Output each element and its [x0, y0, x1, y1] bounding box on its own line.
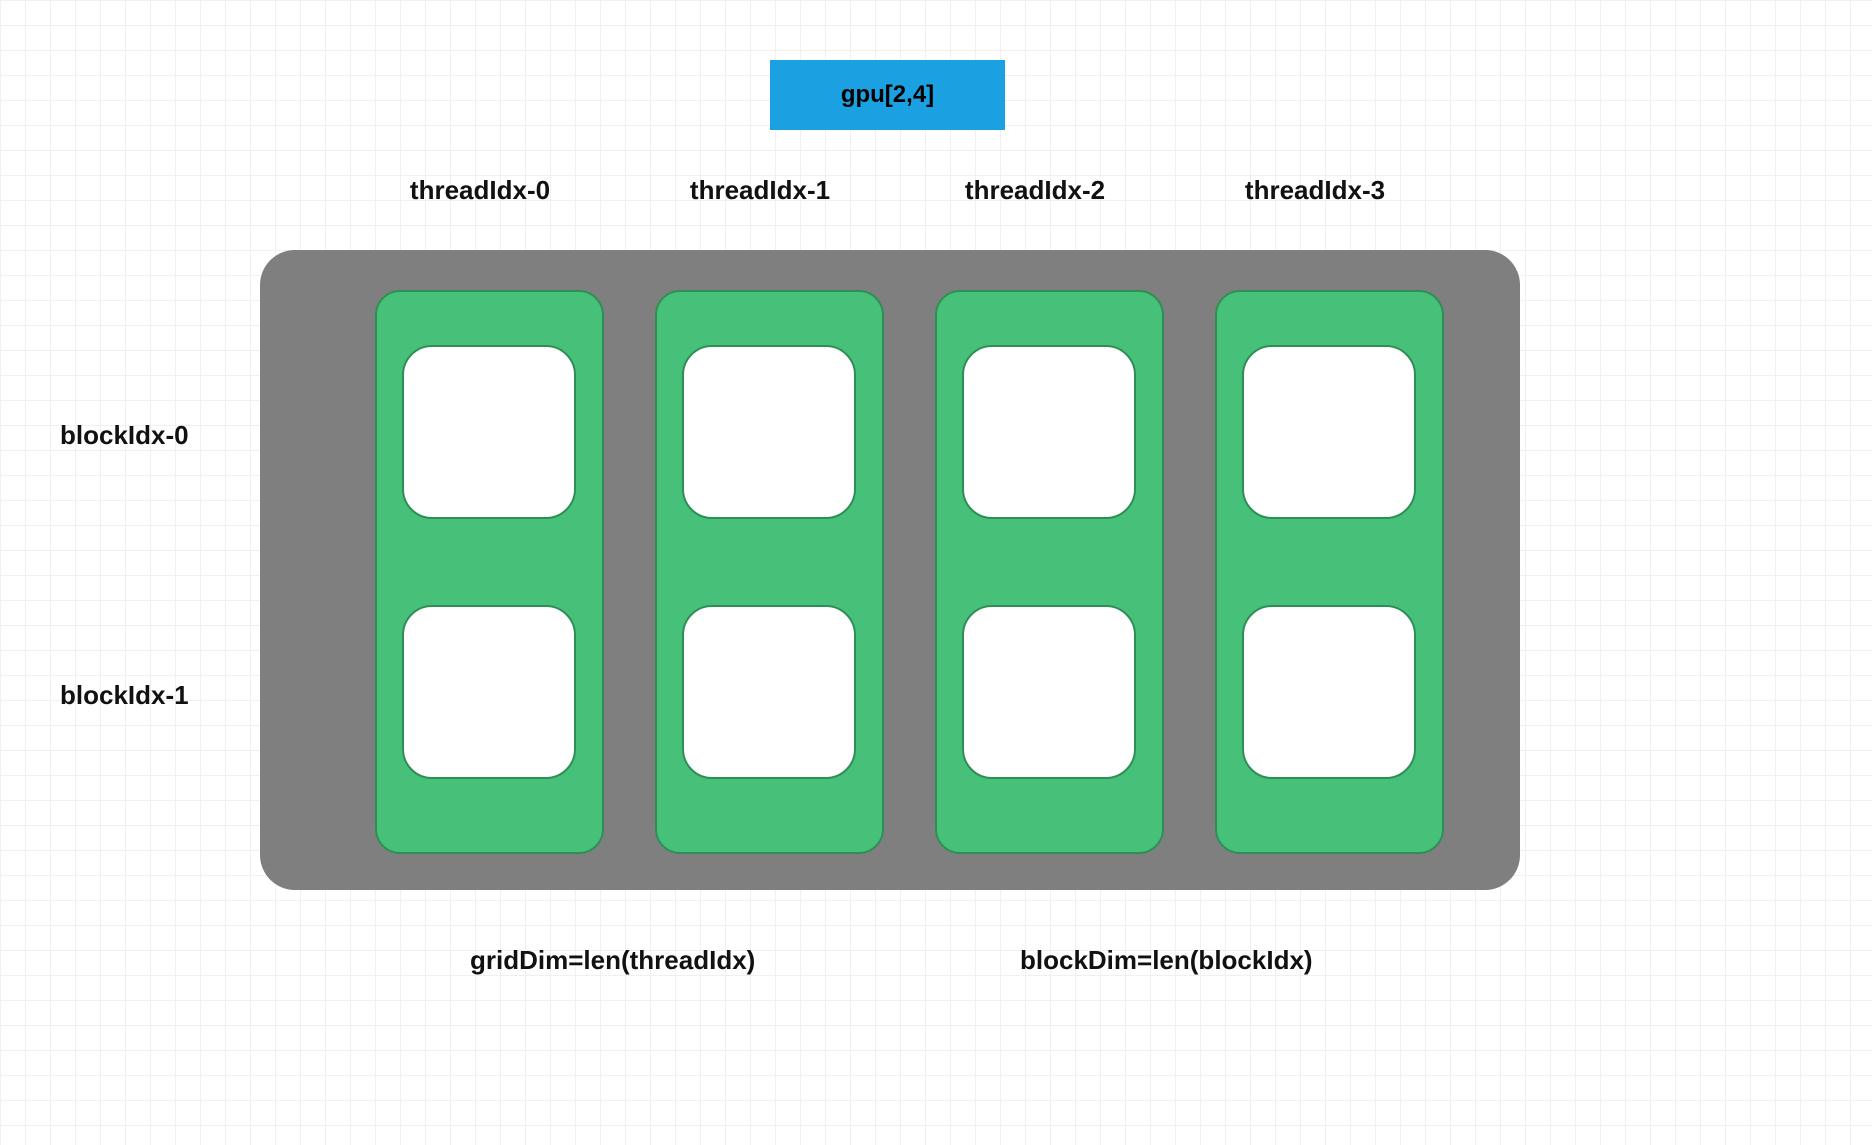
diagram-canvas: gpu[2,4] threadIdx-0 threadIdx-1 threadI… [0, 0, 1872, 1145]
block-label-1: blockIdx-1 [60, 680, 240, 711]
gpu-title-badge: gpu[2,4] [770, 60, 1005, 130]
thread-header-2: threadIdx-2 [935, 175, 1135, 206]
block-label-0: blockIdx-0 [60, 420, 240, 451]
thread-header-1: threadIdx-1 [660, 175, 860, 206]
gpu-title-text: gpu[2,4] [841, 81, 934, 109]
cell-block1-thread0 [402, 605, 576, 779]
cell-block1-thread2 [962, 605, 1136, 779]
thread-header-3: threadIdx-3 [1215, 175, 1415, 206]
cell-block0-thread3 [1242, 345, 1416, 519]
thread-header-0: threadIdx-0 [380, 175, 580, 206]
bottom-label-griddim: gridDim=len(threadIdx) [470, 945, 755, 976]
cell-block0-thread2 [962, 345, 1136, 519]
cell-block0-thread1 [682, 345, 856, 519]
bottom-label-blockdim: blockDim=len(blockIdx) [1020, 945, 1313, 976]
cell-block0-thread0 [402, 345, 576, 519]
cell-block1-thread1 [682, 605, 856, 779]
cell-block1-thread3 [1242, 605, 1416, 779]
